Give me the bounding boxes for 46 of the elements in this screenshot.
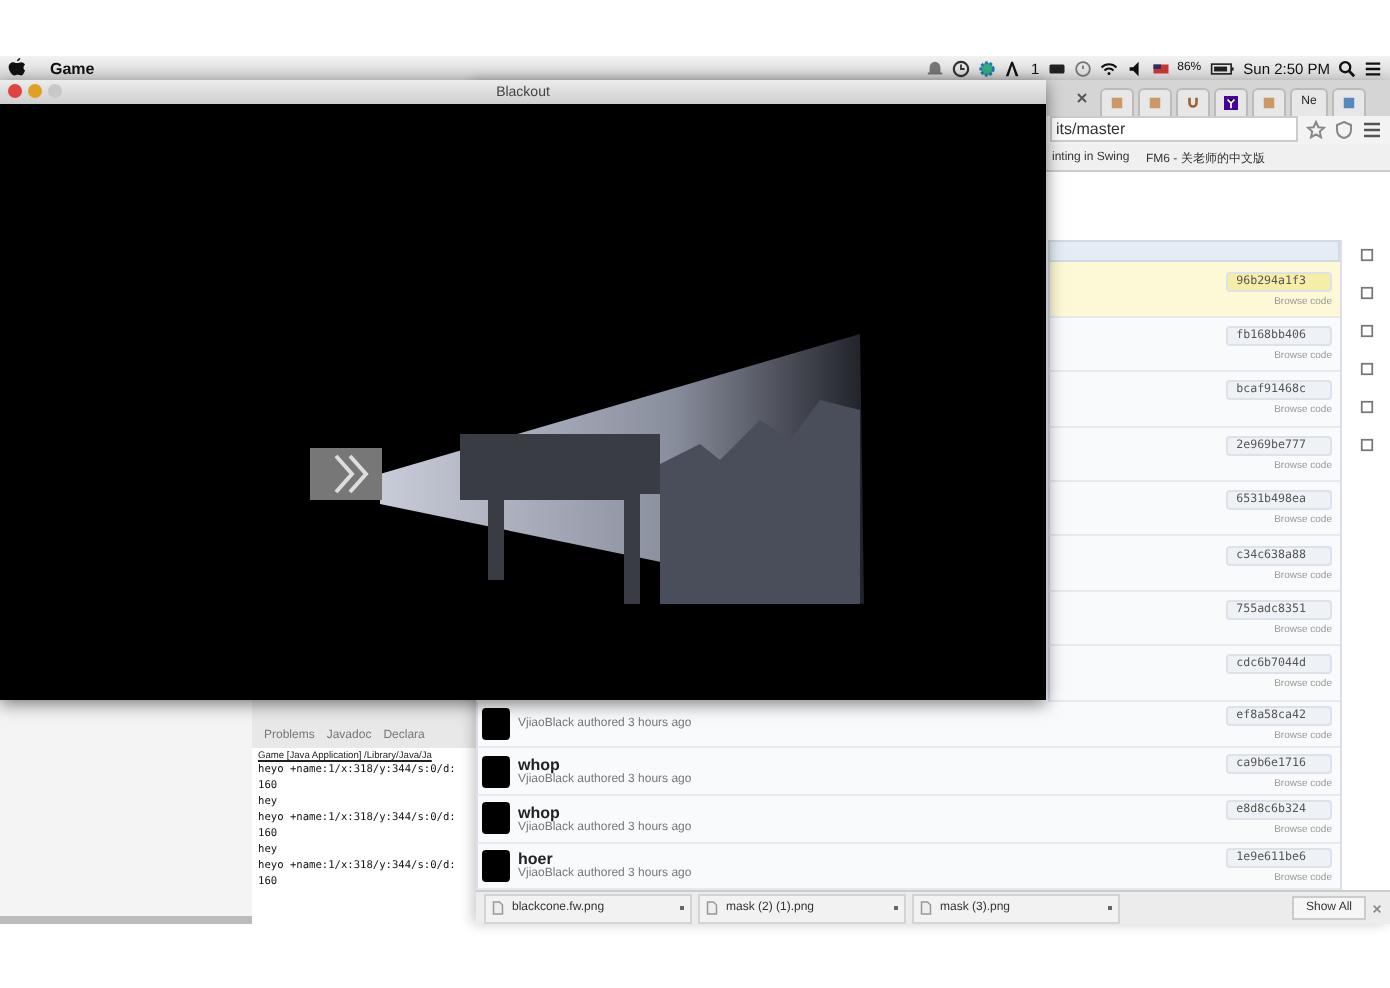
star-icon[interactable] bbox=[1306, 119, 1326, 140]
letter-y-icon bbox=[1224, 95, 1238, 110]
sidebar-icon[interactable] bbox=[1359, 400, 1373, 415]
file-icon bbox=[920, 900, 932, 917]
gear-icon[interactable] bbox=[978, 59, 997, 77]
close-icon[interactable] bbox=[1372, 903, 1382, 914]
list-icon[interactable] bbox=[1364, 59, 1382, 77]
battery-icon[interactable] bbox=[1209, 59, 1236, 77]
sidebar-icon[interactable] bbox=[1359, 438, 1373, 453]
timer-icon[interactable] bbox=[1073, 59, 1092, 77]
close-button[interactable] bbox=[8, 84, 22, 98]
page-icon bbox=[1342, 95, 1356, 110]
sidebar-icon[interactable] bbox=[1359, 248, 1373, 263]
file-icon bbox=[492, 900, 504, 917]
menu-icon[interactable] bbox=[1362, 119, 1382, 140]
browser-tab[interactable] bbox=[1214, 87, 1248, 116]
avatar bbox=[482, 802, 510, 835]
page-icon bbox=[1148, 95, 1162, 110]
bell-icon[interactable] bbox=[926, 59, 945, 77]
horseshoe-icon bbox=[1186, 95, 1200, 110]
letter-icon[interactable] bbox=[1004, 59, 1023, 77]
sidebar-icon[interactable] bbox=[1359, 362, 1373, 377]
sidebar-icon[interactable] bbox=[1359, 324, 1373, 339]
clock-icon[interactable] bbox=[952, 59, 971, 77]
search-icon[interactable] bbox=[1338, 59, 1356, 77]
caret-icon[interactable] bbox=[894, 906, 898, 911]
address-field[interactable]: its/master bbox=[1050, 116, 1298, 143]
apple-icon[interactable] bbox=[8, 58, 26, 78]
caret-icon[interactable] bbox=[1108, 906, 1112, 911]
page-icon bbox=[1110, 95, 1124, 110]
page-icon bbox=[1262, 95, 1276, 110]
caret-icon[interactable] bbox=[680, 906, 684, 911]
avatar bbox=[482, 755, 510, 788]
close-icon[interactable] bbox=[1076, 91, 1088, 104]
file-icon bbox=[706, 900, 718, 917]
avatar bbox=[482, 707, 510, 740]
sidebar-icon[interactable] bbox=[1359, 286, 1373, 301]
screen-icon[interactable] bbox=[1047, 59, 1066, 77]
shield-icon[interactable] bbox=[1334, 119, 1354, 140]
wifi-icon[interactable] bbox=[1099, 59, 1118, 77]
commit-title[interactable]: whop bbox=[518, 803, 692, 822]
app-menu[interactable]: Game bbox=[50, 59, 95, 77]
commit-title[interactable]: whop bbox=[518, 756, 692, 775]
avatar bbox=[482, 849, 510, 882]
commit-title[interactable]: hoer bbox=[518, 850, 692, 869]
flag-icon[interactable] bbox=[1151, 59, 1170, 77]
